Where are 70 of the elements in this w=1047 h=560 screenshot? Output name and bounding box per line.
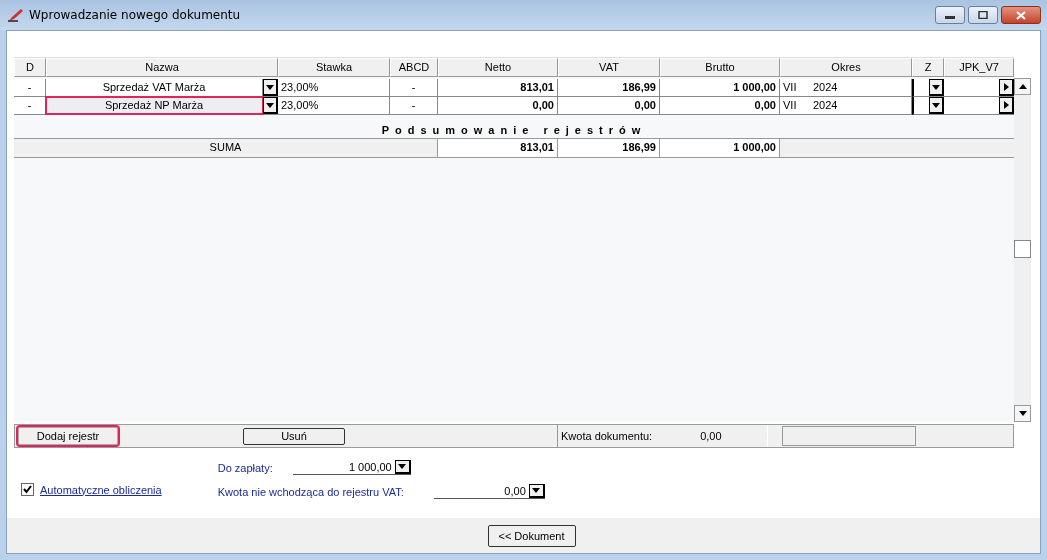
summary-label: SUMA [14, 139, 438, 157]
table-cell: 0,00 [660, 97, 780, 115]
dropdown-button[interactable] [263, 79, 278, 96]
caret-icon [398, 464, 407, 469]
maximize-icon [978, 11, 988, 19]
scroll-up-button[interactable] [1014, 78, 1031, 95]
column-header: D [14, 58, 46, 77]
dropdown-button[interactable] [929, 97, 944, 114]
amount-label: Kwota dokumentu: [561, 430, 653, 442]
table-cell: 23,00% [278, 79, 390, 97]
table-cell: 23,00% [278, 97, 390, 115]
checkbox[interactable] [21, 483, 34, 496]
column-header: VAT [558, 58, 660, 77]
caret-icon [532, 488, 541, 493]
table-cell: 813,01 [438, 79, 558, 97]
summary-cell: 813,01 [438, 139, 558, 157]
add-register-button[interactable]: Dodaj rejestr [18, 427, 118, 445]
column-header: Netto [438, 58, 558, 77]
column-header: ABCD [390, 58, 438, 77]
table-cell-text: VII [783, 80, 797, 95]
column-header: JPK_V7 [944, 58, 1014, 77]
table-cell: 0,00 [558, 97, 660, 115]
expand-button[interactable] [999, 79, 1014, 96]
dropdown-button[interactable] [263, 97, 278, 114]
table-cell: - [390, 79, 438, 97]
table-cell-text: 2024 [813, 80, 838, 95]
remove-button[interactable]: Usuń [243, 427, 345, 445]
table-cell: 1 000,00 [660, 79, 780, 97]
up-arrow-icon [1018, 84, 1027, 89]
column-header: Okres [780, 58, 912, 77]
summary-cell: 186,99 [558, 139, 660, 157]
summary-cell: 1 000,00 [660, 139, 780, 157]
table-cell: Sprzedaż VAT Marża [46, 79, 263, 96]
window-title: Wprowadzanie nowego dokumentu [29, 8, 242, 22]
minimize-button[interactable] [935, 6, 965, 24]
table-cell-text: 2024 [813, 98, 838, 113]
dropdown-button[interactable] [929, 79, 944, 96]
checkbox-label[interactable]: Automatyczne obliczenia [40, 483, 162, 496]
close-icon [1016, 10, 1026, 20]
field-label: Kwota nie wchodząca do rejestru VAT: [217, 485, 404, 498]
table-cell-text: VII [783, 98, 797, 113]
caret-icon [932, 84, 940, 90]
table-cell: Sprzedaż NP Marża [46, 97, 263, 114]
caret-icon [266, 102, 274, 108]
arrow-right-icon [1003, 101, 1009, 109]
close-button[interactable] [1001, 6, 1041, 24]
amount-value: 0,00 [700, 430, 722, 442]
scroll-down-button[interactable] [1014, 405, 1031, 422]
table-cell: 0,00 [438, 97, 558, 115]
column-header: Brutto [660, 58, 780, 77]
table-cell: - [14, 79, 46, 97]
column-header: Stawka [278, 58, 390, 77]
amount-field[interactable]: 0,00 [433, 484, 545, 499]
column-header: Nazwa [46, 58, 278, 77]
document-button[interactable]: << Dokument [487, 524, 576, 547]
table-cell: - [14, 97, 46, 115]
caret-icon [266, 84, 274, 90]
field-label: Do zapłaty: [217, 461, 273, 474]
section-title: Podsumowanie rejestrów [380, 123, 648, 137]
table-cell: 186,99 [558, 79, 660, 97]
pen-icon [8, 8, 24, 22]
down-arrow-icon [1018, 411, 1027, 416]
table-cell: - [390, 97, 438, 115]
arrow-right-icon [1003, 83, 1009, 91]
amount-field[interactable]: 1 000,00 [292, 460, 411, 475]
caret-icon [932, 102, 940, 108]
maximize-button[interactable] [968, 6, 998, 24]
expand-button[interactable] [999, 97, 1014, 114]
column-header: Z [912, 58, 944, 77]
scrollbar-thumb[interactable] [1014, 240, 1031, 258]
